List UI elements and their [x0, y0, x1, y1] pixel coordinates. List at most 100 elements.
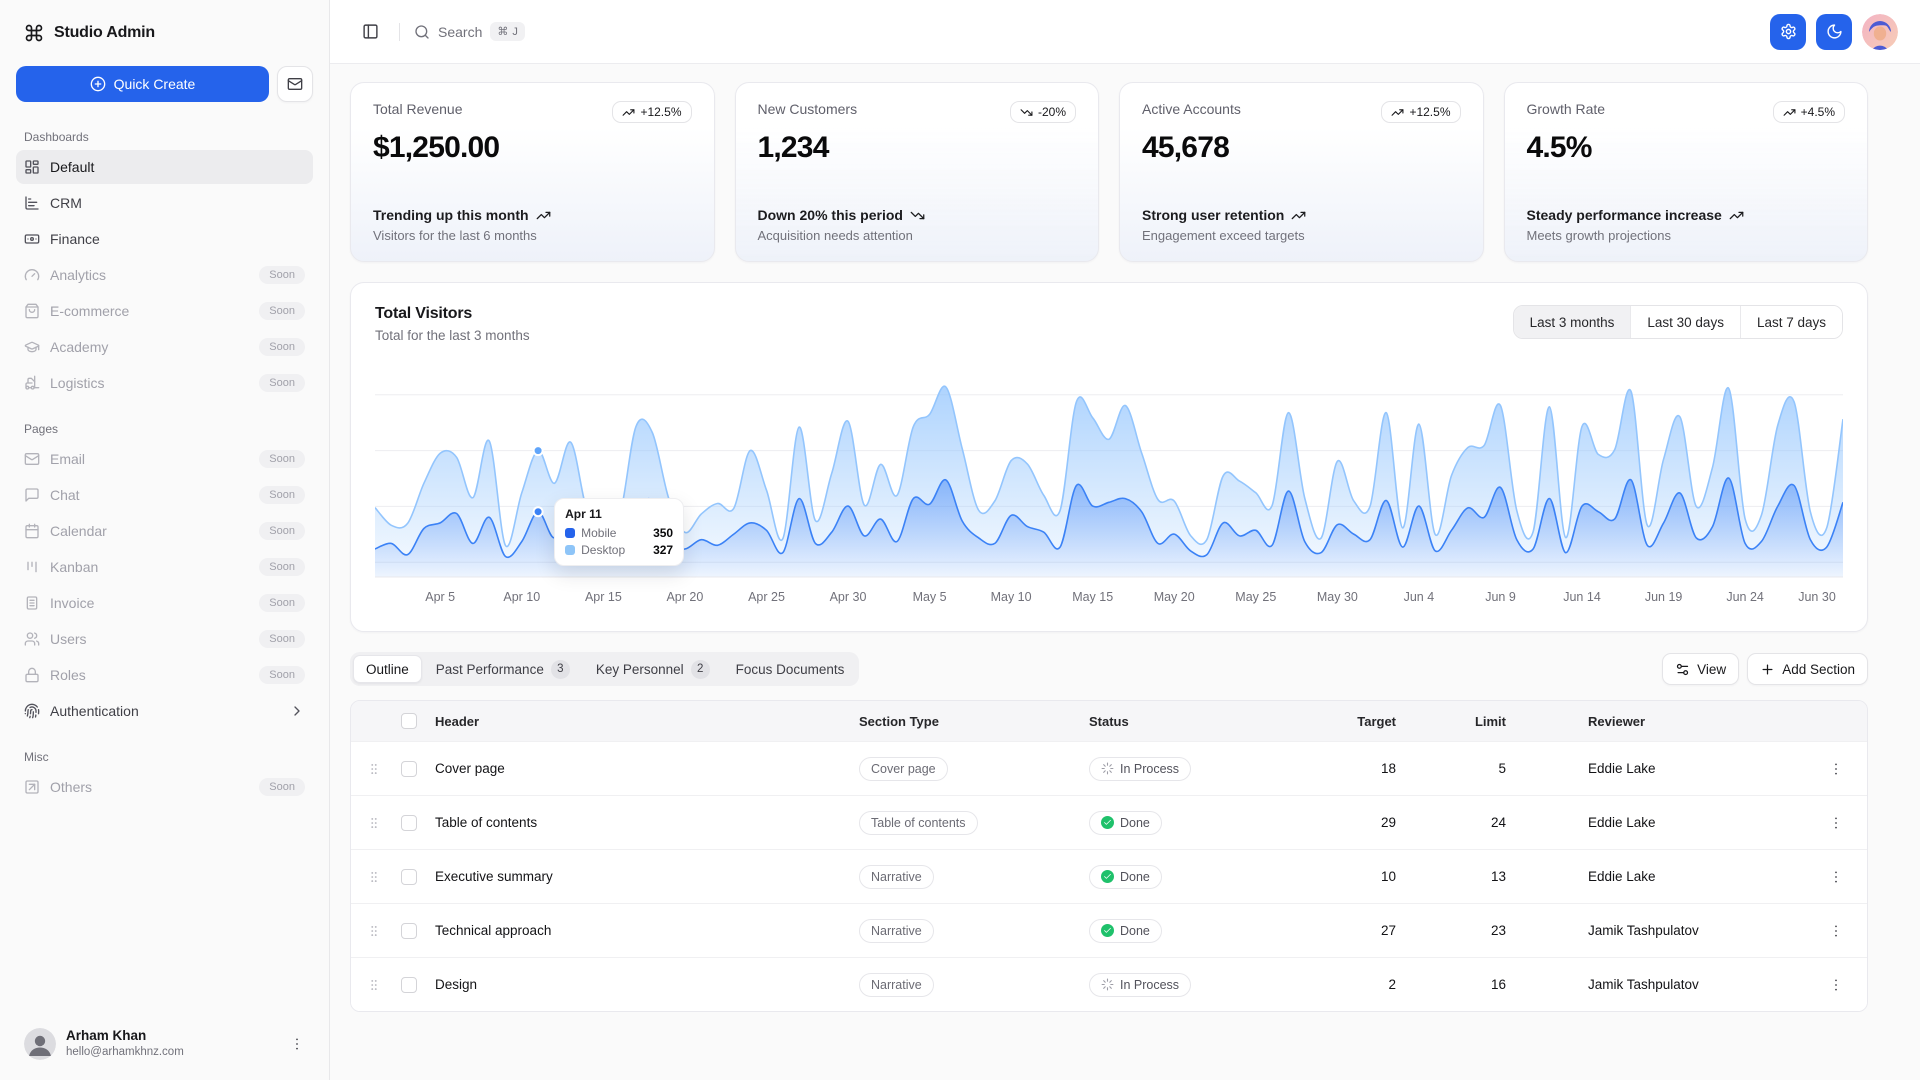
row-actions-button[interactable]: [1828, 977, 1844, 993]
tab-outline[interactable]: Outline: [353, 655, 422, 683]
cell-limit[interactable]: 5: [1430, 761, 1540, 776]
range-last-3-months[interactable]: Last 3 months: [1514, 306, 1631, 338]
row-checkbox[interactable]: [401, 815, 417, 831]
status-badge: Done: [1089, 811, 1162, 835]
table-row-executive-summary: Executive summaryNarrativeDone1013Eddie …: [351, 849, 1867, 903]
settings-button[interactable]: [1770, 14, 1806, 50]
range-last-30-days[interactable]: Last 30 days: [1630, 306, 1740, 338]
desktop-swatch: [565, 545, 575, 555]
group-label-pages: Pages: [24, 422, 305, 436]
sidebar-item-logistics[interactable]: LogisticsSoon: [16, 366, 313, 400]
profile-avatar-button[interactable]: [1862, 14, 1898, 50]
user-email: hello@arhamkhnz.com: [66, 1045, 279, 1060]
range-last-7-days[interactable]: Last 7 days: [1740, 306, 1842, 338]
tab-count-badge: 3: [551, 660, 570, 679]
svg-text:Jun 30: Jun 30: [1798, 590, 1836, 604]
stat-trend-line: Trending up this month: [373, 207, 692, 223]
sidebar-item-others[interactable]: OthersSoon: [16, 770, 313, 804]
sections-table: Header Section Type Status Target Limit …: [350, 700, 1868, 1012]
cell-target[interactable]: 29: [1310, 815, 1430, 830]
search-trigger[interactable]: Search ⌘ J: [414, 22, 525, 41]
kanban-icon: [24, 559, 40, 575]
calendar-icon: [24, 523, 40, 539]
svg-text:Jun 4: Jun 4: [1404, 590, 1435, 604]
cell-limit[interactable]: 16: [1430, 977, 1540, 992]
drag-handle[interactable]: [351, 762, 397, 776]
cell-reviewer[interactable]: Eddie Lake: [1540, 869, 1805, 884]
status-badge: In Process: [1089, 973, 1191, 997]
row-actions-button[interactable]: [1828, 815, 1844, 831]
tab-past-performance[interactable]: Past Performance3: [424, 655, 582, 683]
tab-focus-documents[interactable]: Focus Documents: [724, 655, 857, 683]
table-body: Cover pageCover pageIn Process185Eddie L…: [351, 741, 1867, 1011]
view-button[interactable]: View: [1662, 653, 1739, 685]
drag-handle[interactable]: [351, 924, 397, 938]
trend-badge: +12.5%: [612, 101, 691, 123]
user-menu[interactable]: Arham Khan hello@arhamkhnz.com: [16, 1020, 313, 1068]
row-checkbox[interactable]: [401, 869, 417, 885]
row-checkbox[interactable]: [401, 761, 417, 777]
sidebar-item-roles[interactable]: RolesSoon: [16, 658, 313, 692]
visitors-area-chart[interactable]: Apr 5Apr 10Apr 15Apr 20Apr 25Apr 30May 5…: [375, 381, 1843, 609]
row-actions-button[interactable]: [1828, 869, 1844, 885]
cell-reviewer[interactable]: Eddie Lake: [1540, 815, 1805, 830]
drag-handle[interactable]: [351, 870, 397, 884]
svg-text:May 10: May 10: [991, 590, 1032, 604]
sidebar-item-crm[interactable]: CRM: [16, 186, 313, 220]
app-logo-header[interactable]: Studio Admin: [16, 16, 313, 50]
row-checkbox[interactable]: [401, 923, 417, 939]
sidebar-nav: DashboardsDefaultCRMFinanceAnalyticsSoon…: [16, 108, 313, 1020]
cell-reviewer[interactable]: Jamik Tashpulatov: [1540, 923, 1805, 938]
cell-target[interactable]: 27: [1310, 923, 1430, 938]
drag-handle[interactable]: [351, 816, 397, 830]
tab-key-personnel[interactable]: Key Personnel2: [584, 655, 722, 683]
col-header: Header: [431, 714, 855, 729]
mail-button[interactable]: [277, 66, 313, 102]
square-arrow-up-right-icon: [24, 779, 40, 795]
svg-text:Apr 30: Apr 30: [830, 590, 867, 604]
cell-header[interactable]: Technical approach: [431, 923, 855, 938]
select-all-checkbox[interactable]: [401, 713, 417, 729]
stats-grid: Total Revenue+12.5%$1,250.00Trending up …: [350, 82, 1868, 262]
cell-reviewer[interactable]: Jamik Tashpulatov: [1540, 977, 1805, 992]
sidebar-item-analytics[interactable]: AnalyticsSoon: [16, 258, 313, 292]
sidebar-item-authentication[interactable]: Authentication: [16, 694, 313, 728]
sidebar-item-chat[interactable]: ChatSoon: [16, 478, 313, 512]
cell-limit[interactable]: 24: [1430, 815, 1540, 830]
svg-text:Apr 20: Apr 20: [666, 590, 703, 604]
cell-header[interactable]: Table of contents: [431, 815, 855, 830]
add-section-button[interactable]: Add Section: [1747, 653, 1868, 685]
sidebar-item-e-commerce[interactable]: E-commerceSoon: [16, 294, 313, 328]
sidebar-item-users[interactable]: UsersSoon: [16, 622, 313, 656]
row-checkbox[interactable]: [401, 977, 417, 993]
sidebar-item-calendar[interactable]: CalendarSoon: [16, 514, 313, 548]
cell-target[interactable]: 10: [1310, 869, 1430, 884]
sidebar-item-finance[interactable]: Finance: [16, 222, 313, 256]
cell-header[interactable]: Cover page: [431, 761, 855, 776]
cell-limit[interactable]: 23: [1430, 923, 1540, 938]
table-row-technical-approach: Technical approachNarrativeDone2723Jamik…: [351, 903, 1867, 957]
cell-target[interactable]: 2: [1310, 977, 1430, 992]
trending-down-icon: [1020, 106, 1033, 119]
row-actions-button[interactable]: [1828, 923, 1844, 939]
row-actions-button[interactable]: [1828, 761, 1844, 777]
quick-create-button[interactable]: Quick Create: [16, 66, 269, 102]
sections-toolbar: OutlinePast Performance3Key Personnel2Fo…: [350, 652, 1868, 686]
theme-toggle-button[interactable]: [1816, 14, 1852, 50]
cell-header[interactable]: Executive summary: [431, 869, 855, 884]
cell-header[interactable]: Design: [431, 977, 855, 992]
lock-icon: [24, 667, 40, 683]
sidebar-item-academy[interactable]: AcademySoon: [16, 330, 313, 364]
trend-badge: +4.5%: [1773, 101, 1845, 123]
drag-handle[interactable]: [351, 978, 397, 992]
cell-reviewer[interactable]: Eddie Lake: [1540, 761, 1805, 776]
sidebar-item-email[interactable]: EmailSoon: [16, 442, 313, 476]
gauge-icon: [24, 267, 40, 283]
user-menu-ellipsis-icon[interactable]: [289, 1036, 305, 1052]
cell-target[interactable]: 18: [1310, 761, 1430, 776]
cell-limit[interactable]: 13: [1430, 869, 1540, 884]
sidebar-item-kanban[interactable]: KanbanSoon: [16, 550, 313, 584]
sidebar-item-default[interactable]: Default: [16, 150, 313, 184]
sidebar-toggle-button[interactable]: [356, 17, 385, 46]
sidebar-item-invoice[interactable]: InvoiceSoon: [16, 586, 313, 620]
